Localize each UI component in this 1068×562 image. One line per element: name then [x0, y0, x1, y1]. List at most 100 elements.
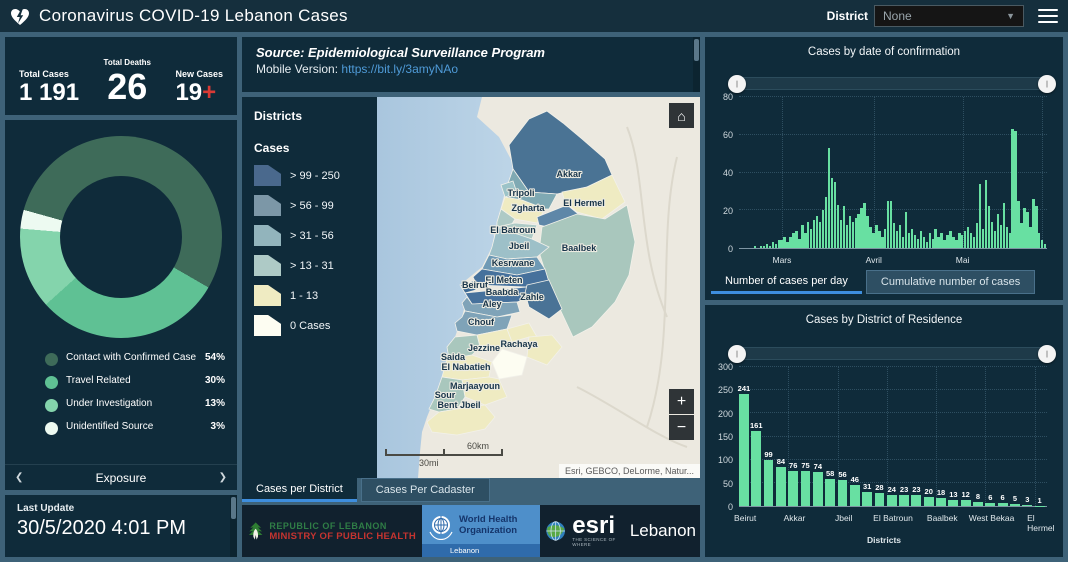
header-bar: Coronavirus COVID-19 Lebanon Cases Distr…: [0, 0, 1068, 32]
bar-value-label: 241: [738, 384, 751, 393]
gridline: [1042, 97, 1043, 248]
legend-dot: [45, 399, 58, 412]
map-home-button[interactable]: ⌂: [669, 103, 694, 128]
page-title: Coronavirus COVID-19 Lebanon Cases: [39, 6, 348, 26]
bar[interactable]: [788, 471, 798, 506]
bar[interactable]: [973, 502, 983, 506]
bar[interactable]: [1044, 244, 1046, 248]
menu-icon[interactable]: [1038, 5, 1058, 27]
bar-value-label: 6: [988, 493, 992, 502]
map-tabs: Cases per District Cases Per Cadaster: [242, 478, 490, 502]
y-axis-tick: 250: [707, 385, 733, 395]
bar[interactable]: [1010, 504, 1020, 506]
y-axis-tick: 0: [707, 244, 733, 254]
bar[interactable]: [936, 498, 946, 506]
bar[interactable]: [751, 431, 761, 506]
x-axis-tick: Akkar: [784, 513, 806, 523]
slider-handle-right[interactable]: ∥: [1038, 75, 1056, 93]
who-emblem-icon: [427, 512, 455, 540]
slider-handle-right[interactable]: ∥: [1038, 345, 1056, 363]
district-filter-label: District: [827, 9, 868, 23]
bar-value-label: 28: [875, 483, 883, 492]
map-legend: Districts Cases > 99 - 250> 56 - 99> 31 …: [242, 97, 377, 478]
district-label: Kesrwane: [492, 258, 535, 268]
bar[interactable]: [911, 495, 921, 506]
scrollbar[interactable]: [693, 37, 700, 92]
donut-legend-item[interactable]: Travel Related30%: [45, 375, 225, 389]
daily-chart-plot[interactable]: [739, 97, 1047, 249]
bar[interactable]: [875, 493, 885, 506]
district-label: Tripoli: [508, 188, 535, 198]
donut-legend-item[interactable]: Unidentified Source3%: [45, 421, 225, 435]
bar-value-label: 75: [801, 461, 809, 470]
bar[interactable]: [899, 495, 909, 506]
bar[interactable]: [754, 246, 756, 248]
bar[interactable]: [887, 495, 897, 506]
slider-handle-left[interactable]: ∥: [728, 345, 746, 363]
district-chart-plot[interactable]: 2411619984767574585646312824232320181312…: [739, 367, 1047, 507]
pager-left-icon[interactable]: ❮: [15, 472, 23, 483]
bar-value-label: 31: [863, 482, 871, 491]
scrollbar[interactable]: [230, 495, 237, 557]
tab-cumulative-cases[interactable]: Cumulative number of cases: [866, 270, 1035, 294]
lebanon-choropleth-map[interactable]: AkkarTripoliZghartaEl HermelEl BatrounJb…: [377, 97, 700, 478]
tab-cases-per-cadaster[interactable]: Cases Per Cadaster: [361, 478, 490, 502]
gridline: [1035, 367, 1036, 506]
moph-line2: MINISTRY OF PUBLIC HEALTH: [269, 531, 416, 542]
daily-cases-chart-panel: Cases by date of confirmation ∥ ∥ 020406…: [705, 37, 1063, 300]
who-line1: World Health: [459, 515, 517, 525]
map-legend-item: > 56 - 99: [254, 195, 365, 216]
bar[interactable]: [825, 479, 835, 506]
bar-value-label: 161: [750, 421, 763, 430]
map-view[interactable]: AkkarTripoliZghartaEl HermelEl BatrounJb…: [377, 97, 700, 478]
bar[interactable]: [985, 503, 995, 506]
y-axis-tick: 200: [707, 409, 733, 419]
bar[interactable]: [776, 467, 786, 506]
bar[interactable]: [998, 503, 1008, 506]
bar-value-label: 5: [1013, 494, 1017, 503]
bar[interactable]: [961, 500, 971, 506]
district-axis-label: Districts: [705, 535, 1063, 545]
district-slider[interactable]: ∥ ∥: [735, 347, 1049, 360]
source-text: Source: Epidemiological Surveillance Pro…: [256, 45, 686, 60]
bar-value-label: 84: [777, 457, 785, 466]
district-chart-title: Cases by District of Residence: [705, 305, 1063, 326]
map-zoom-in-button[interactable]: +: [669, 389, 694, 414]
tab-cases-per-district[interactable]: Cases per District: [242, 478, 357, 502]
legend-dot: [45, 422, 58, 435]
map-zoom-out-button[interactable]: −: [669, 415, 694, 440]
daily-time-slider[interactable]: ∥ ∥: [735, 77, 1049, 90]
pager-right-icon[interactable]: ❯: [219, 472, 227, 483]
map-legend-item: 0 Cases: [254, 315, 365, 336]
bar[interactable]: [924, 497, 934, 506]
bar-value-label: 56: [838, 470, 846, 479]
district-filter-select[interactable]: None ▼: [874, 5, 1024, 27]
x-axis-tick: Beirut: [734, 513, 756, 523]
new-cases-stat: New Cases 19+: [175, 69, 223, 105]
slider-handle-left[interactable]: ∥: [728, 75, 746, 93]
bar[interactable]: [948, 500, 958, 506]
donut-legend-item[interactable]: Under Investigation13%: [45, 398, 225, 412]
bar[interactable]: [739, 394, 749, 506]
donut-legend-item[interactable]: Contact with Confirmed Case54%: [45, 352, 225, 366]
bar-value-label: 24: [888, 485, 896, 494]
y-axis-tick: 20: [707, 206, 733, 216]
bar-value-label: 23: [900, 485, 908, 494]
bar-value-label: 1: [1038, 496, 1042, 505]
legend-swatch: [254, 225, 281, 246]
bar[interactable]: [862, 492, 872, 506]
mobile-version-link[interactable]: https://bit.ly/3amyNAo: [341, 62, 458, 76]
bar[interactable]: [1022, 505, 1032, 506]
map-legend-title: Districts: [254, 109, 365, 123]
bar[interactable]: [764, 460, 774, 506]
bar[interactable]: [838, 480, 848, 506]
bar-value-label: 23: [912, 485, 920, 494]
heart-bolt-logo-icon: [10, 7, 30, 26]
tab-cases-per-day[interactable]: Number of cases per day: [711, 270, 862, 294]
footer-logos-panel: REPUBLIC OF LEBANON MINISTRY OF PUBLIC H…: [242, 505, 700, 557]
bar[interactable]: [801, 471, 811, 506]
cedar-logo-icon: [248, 510, 263, 552]
legend-range-label: > 56 - 99: [290, 200, 334, 212]
bar[interactable]: [850, 485, 860, 506]
bar[interactable]: [813, 472, 823, 506]
